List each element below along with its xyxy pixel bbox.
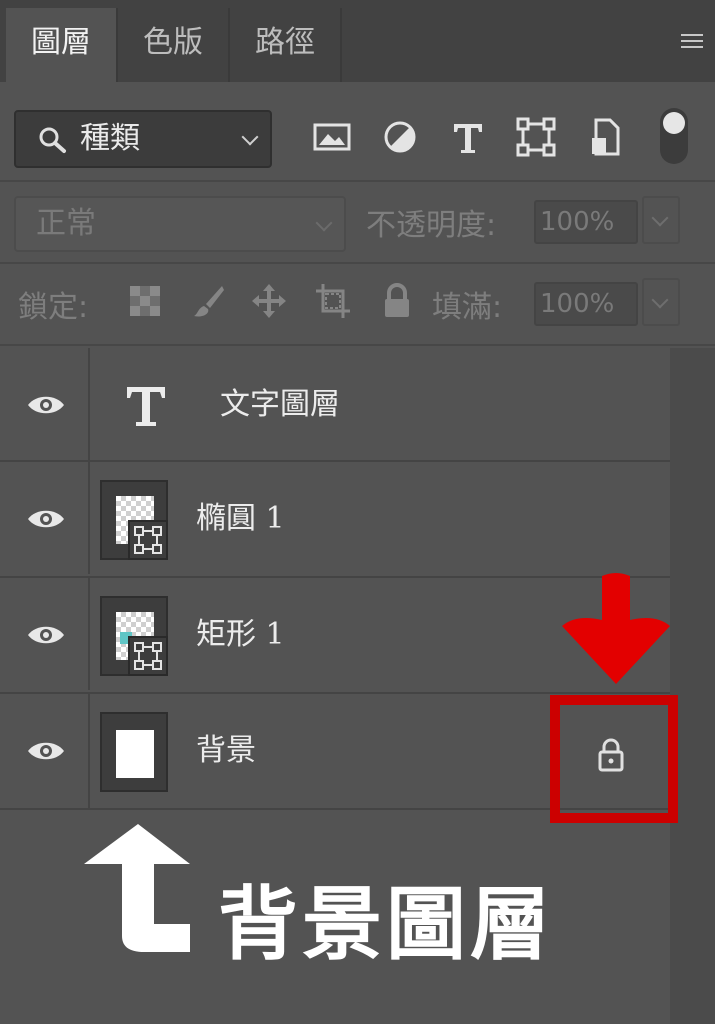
layer-thumbnail	[100, 712, 168, 792]
lock-position-icon[interactable]	[250, 282, 288, 320]
divider	[0, 180, 715, 182]
layer-name: 文字圖層	[220, 387, 340, 422]
chevron-down-icon	[241, 128, 259, 146]
tab-layers[interactable]: 圖層	[6, 8, 118, 82]
search-icon	[39, 127, 66, 153]
opacity-value: 100%	[540, 207, 615, 237]
adjustment-filter-icon[interactable]	[376, 112, 424, 162]
visibility-toggle[interactable]	[0, 694, 90, 808]
image-filter-icon[interactable]	[308, 112, 356, 162]
layer-name: 背景	[196, 733, 256, 768]
highlight-box	[550, 695, 678, 823]
chevron-down-icon	[651, 291, 669, 309]
fill-value: 100%	[540, 289, 615, 319]
shape-badge-icon	[134, 526, 162, 554]
opacity-label: 不透明度:	[366, 208, 497, 243]
chevron-down-icon	[315, 214, 333, 232]
type-filter-icon[interactable]	[444, 112, 492, 162]
lock-transparent-icon[interactable]	[126, 282, 164, 320]
tab-channels[interactable]: 色版	[118, 8, 230, 82]
panel-menu-icon[interactable]	[681, 34, 703, 50]
shape-badge	[128, 520, 168, 560]
layer-name: 矩形 1	[196, 617, 285, 652]
annotation-caption: 背景圖層	[218, 878, 554, 971]
fill-dropdown-button[interactable]	[642, 278, 680, 326]
visibility-toggle[interactable]	[0, 348, 90, 462]
opacity-input[interactable]: 100%	[534, 200, 638, 244]
visibility-toggle[interactable]	[0, 578, 90, 690]
toggle-knob	[663, 112, 685, 134]
layer-name: 橢圓 1	[196, 501, 285, 536]
eye-icon[interactable]	[26, 394, 66, 416]
eye-icon[interactable]	[26, 740, 66, 762]
chevron-down-icon	[651, 209, 669, 227]
filter-kind-select[interactable]: 種類	[14, 110, 272, 168]
lock-all-icon[interactable]	[378, 282, 416, 320]
type-layer-icon	[127, 387, 165, 426]
lock-artboard-icon[interactable]	[314, 282, 352, 320]
scrollbar-track[interactable]	[670, 348, 715, 1024]
layer-row-ellipse[interactable]: 橢圓 1	[0, 460, 670, 574]
blend-mode-label: 正常	[36, 206, 96, 241]
background-preview	[116, 730, 154, 778]
tab-paths[interactable]: 路徑	[230, 8, 342, 82]
fill-input[interactable]: 100%	[534, 282, 638, 326]
filter-toggle[interactable]	[660, 108, 688, 164]
eye-icon[interactable]	[26, 508, 66, 530]
opacity-dropdown-button[interactable]	[642, 196, 680, 244]
layer-thumbnail	[100, 596, 168, 676]
tab-bar: 圖層 色版 路徑	[0, 0, 715, 82]
visibility-toggle[interactable]	[0, 462, 90, 574]
layer-thumbnail	[100, 480, 168, 560]
fill-label: 填滿:	[432, 290, 503, 325]
shape-filter-icon[interactable]	[512, 112, 560, 162]
eye-icon[interactable]	[26, 624, 66, 646]
shape-badge	[128, 636, 168, 676]
divider	[0, 262, 715, 264]
filter-kind-label: 種類	[80, 121, 140, 156]
divider	[0, 344, 715, 346]
lock-label: 鎖定:	[18, 290, 89, 325]
lock-image-icon[interactable]	[190, 282, 228, 320]
white-curved-arrow-icon	[84, 824, 190, 952]
shape-badge-icon	[134, 642, 162, 670]
smart-object-filter-icon[interactable]	[582, 112, 630, 162]
red-arrow-down-icon	[562, 573, 670, 684]
layers-panel: 圖層 色版 路徑 種類 正常 不透明度: 100% 鎖定: 填滿: 100% 文…	[0, 0, 715, 1024]
layer-row-text[interactable]: 文字圖層	[0, 348, 670, 462]
blend-mode-select[interactable]: 正常	[14, 196, 346, 252]
